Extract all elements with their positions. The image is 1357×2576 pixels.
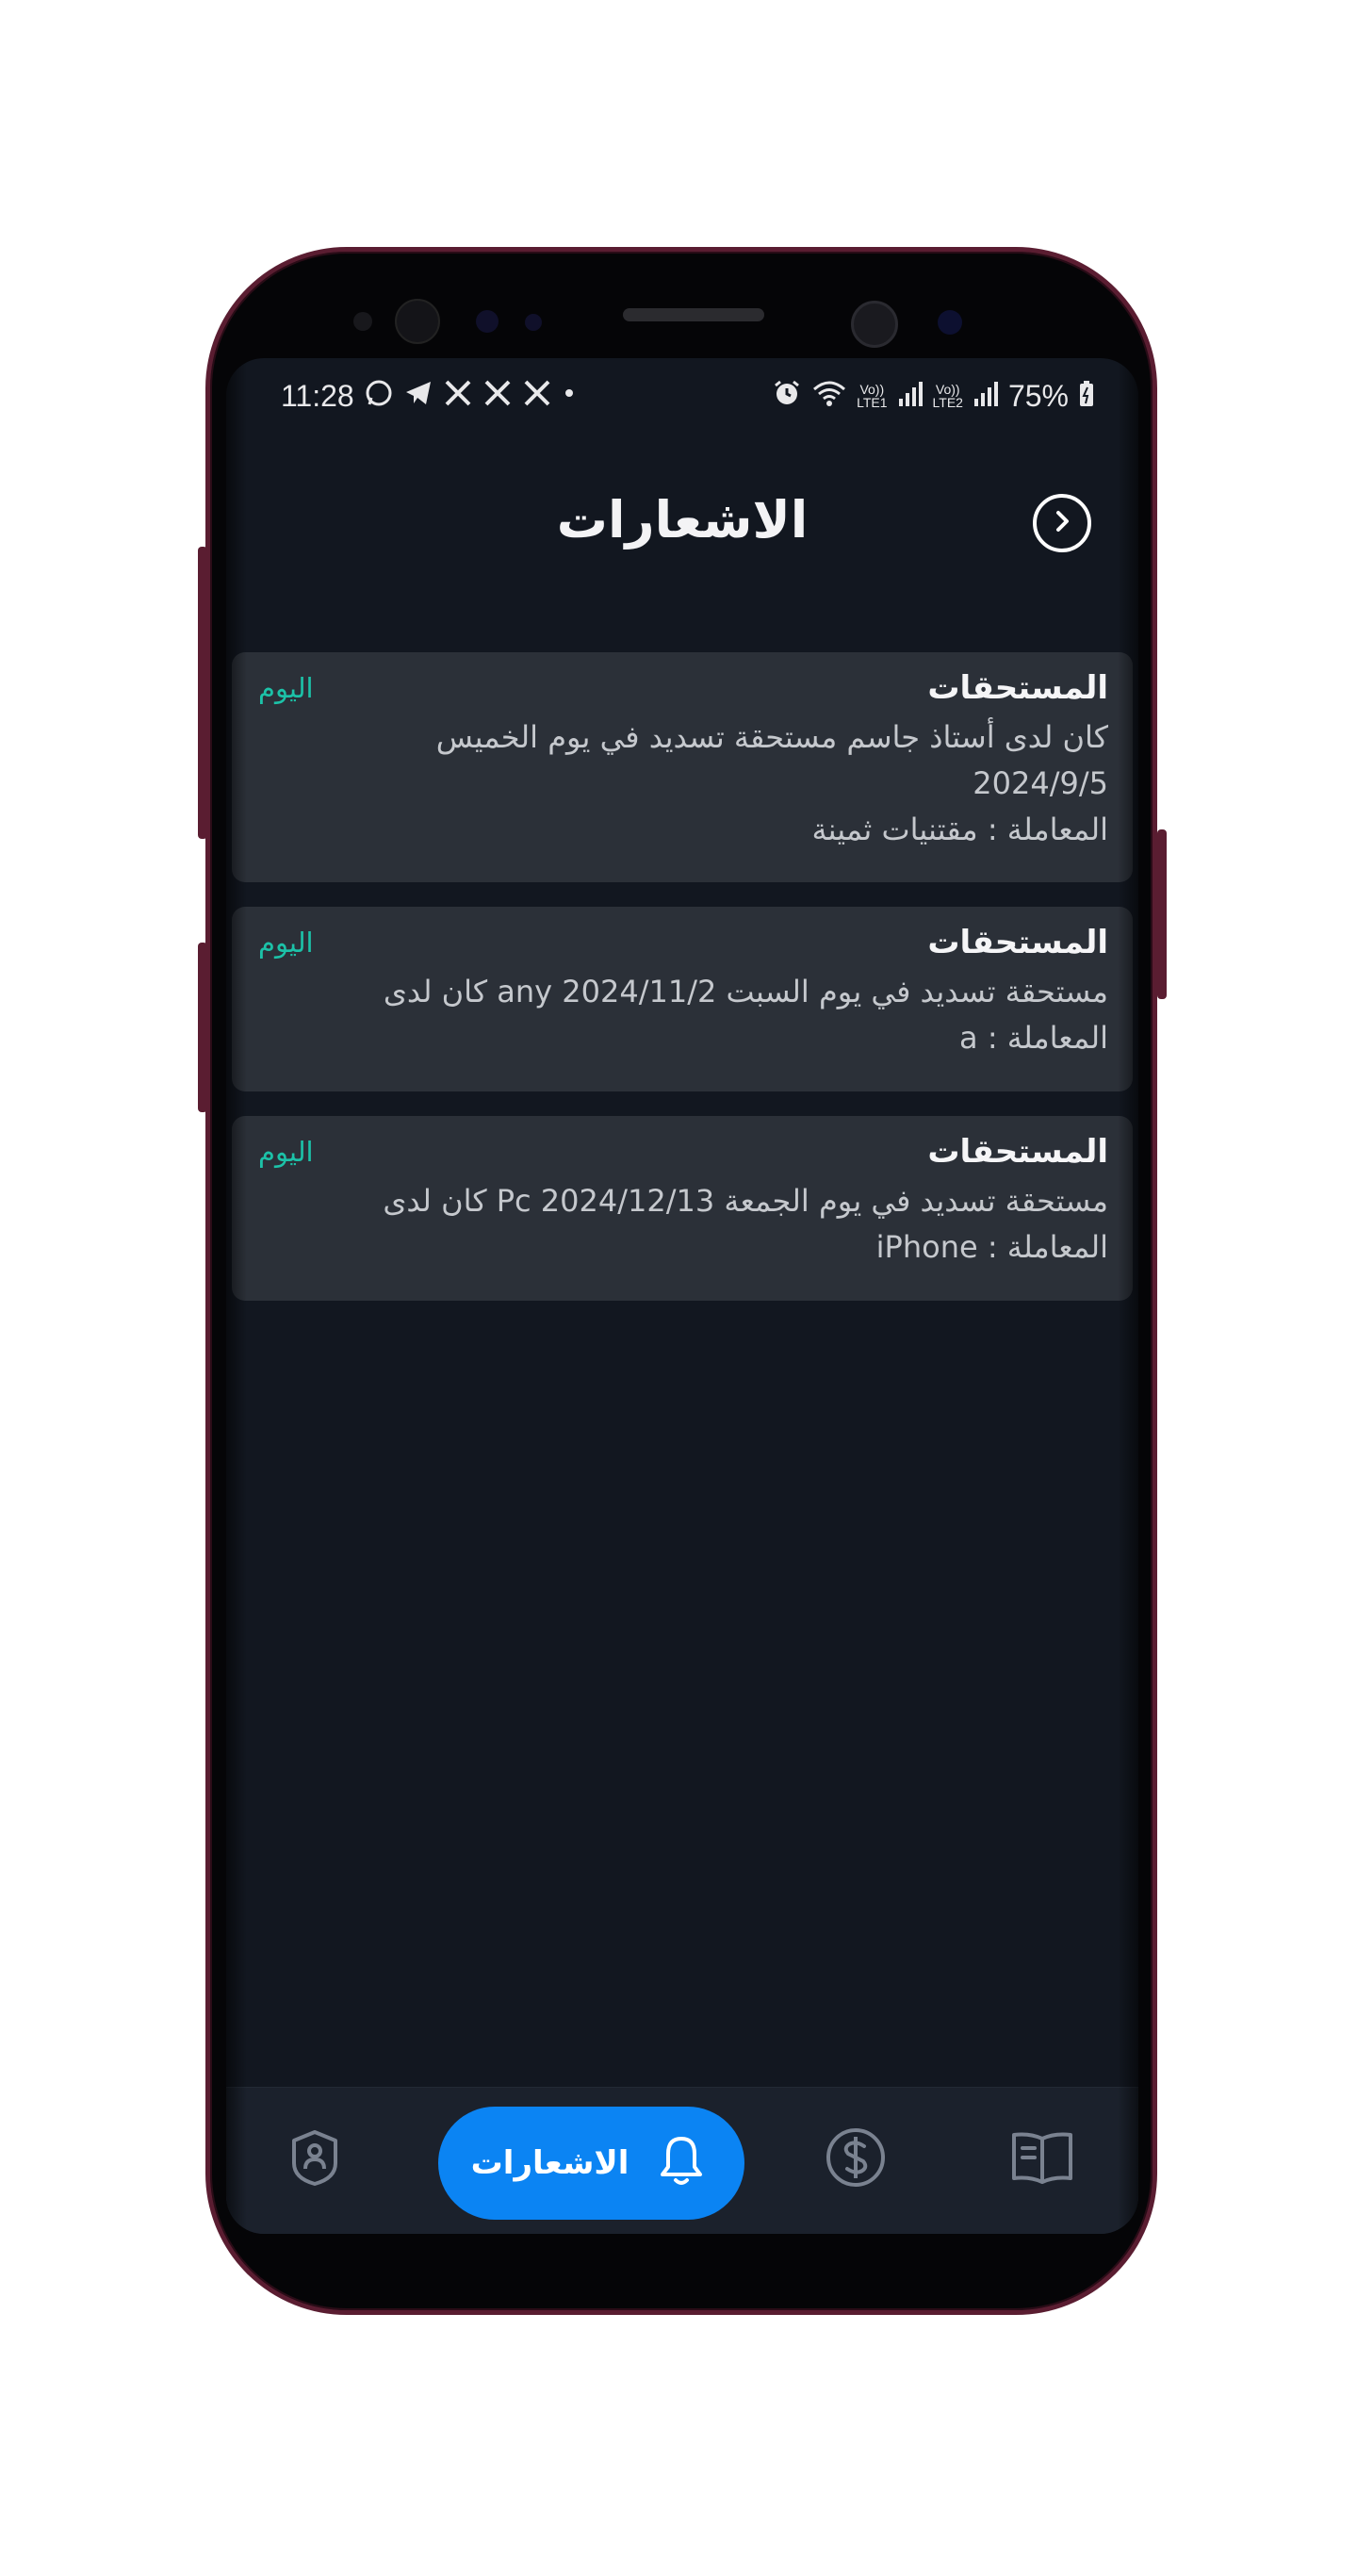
notification-line: المعاملة : مقتنيات ثمينة <box>811 812 1108 847</box>
notification-title: المستحقات <box>927 924 1108 961</box>
back-button[interactable] <box>1033 494 1091 552</box>
iris-sensor <box>476 310 499 333</box>
app-header: الاشعارات <box>226 471 1138 575</box>
sensor-dot <box>353 312 372 331</box>
notification-body: مستحقة تسديد في يوم الجمعة 2024/12/13 Pc… <box>258 1178 1108 1271</box>
notification-title: المستحقات <box>927 1133 1108 1171</box>
notification-date: اليوم <box>258 927 314 959</box>
volte1-label: Vo)) LTE1 <box>857 382 888 410</box>
nav-active-label: الاشعارات <box>470 2144 629 2182</box>
battery-percent: 75% <box>1007 378 1069 413</box>
notification-date: اليوم <box>258 1136 314 1168</box>
dollar-icon <box>824 2125 888 2193</box>
earpiece-speaker <box>623 308 764 321</box>
notification-line: 2024/9/5 <box>973 765 1108 801</box>
nav-notifications-active[interactable]: الاشعارات <box>438 2107 744 2220</box>
nav-profile[interactable] <box>281 2125 349 2193</box>
battery-icon <box>1078 378 1095 414</box>
signal-icon <box>897 378 924 414</box>
bell-icon <box>651 2131 711 2195</box>
notification-card[interactable]: المستحقات اليوم مستحقة تسديد في يوم الجم… <box>232 1116 1133 1301</box>
nav-payments[interactable] <box>822 2125 890 2193</box>
alarm-icon <box>772 378 802 414</box>
signal-icon <box>973 378 999 414</box>
notification-card[interactable]: المستحقات اليوم كان لدى أستاذ جاسم مستحق… <box>232 652 1133 882</box>
status-bar-left: 11:28 <box>281 378 577 414</box>
front-camera <box>851 301 898 348</box>
nav-records[interactable] <box>1008 2125 1076 2193</box>
notification-title: المستحقات <box>927 669 1108 707</box>
chevron-right-icon <box>1048 507 1076 539</box>
profile-shield-icon <box>285 2127 345 2191</box>
notification-line: المعاملة : a <box>959 1020 1108 1056</box>
x-icon <box>443 378 473 414</box>
wifi-icon <box>811 378 847 414</box>
notification-line: مستحقة تسديد في يوم الجمعة 2024/12/13 Pc… <box>383 1183 1108 1219</box>
notification-line: مستحقة تسديد في يوم السبت 2024/11/2 any … <box>383 974 1108 1009</box>
side-button-bixby <box>198 547 207 839</box>
x-icon <box>482 378 513 414</box>
x-icon <box>522 378 552 414</box>
telegram-icon <box>403 378 433 414</box>
iris-sensor-small <box>525 314 542 331</box>
side-button-volume <box>198 943 207 1112</box>
iris-camera <box>938 310 962 335</box>
status-bar-right: Vo)) LTE1 Vo)) LTE2 75% <box>772 378 1095 414</box>
notification-line: كان لدى أستاذ جاسم مستحقة تسديد في يوم ا… <box>435 719 1108 755</box>
page-title: الاشعارات <box>556 490 809 550</box>
phone-top-bezel <box>210 252 1153 365</box>
app-screen: 11:28 Vo)) LTE1 Vo)) LTE2 75% الاشعارات … <box>226 358 1138 2234</box>
notification-card[interactable]: المستحقات اليوم مستحقة تسديد في يوم السب… <box>232 907 1133 1091</box>
proximity-sensor <box>395 299 440 344</box>
status-bar: 11:28 Vo)) LTE1 Vo)) LTE2 75% <box>281 369 1095 422</box>
volte2-label: Vo)) LTE2 <box>932 382 963 410</box>
side-button-power <box>1157 829 1167 999</box>
notification-line: المعاملة : iPhone <box>875 1229 1108 1265</box>
notification-body: كان لدى أستاذ جاسم مستحقة تسديد في يوم ا… <box>258 714 1108 853</box>
book-icon <box>1009 2127 1075 2191</box>
notification-body: مستحقة تسديد في يوم السبت 2024/11/2 any … <box>258 969 1108 1061</box>
notification-date: اليوم <box>258 672 314 704</box>
dot-icon <box>562 378 577 414</box>
status-time: 11:28 <box>281 378 354 413</box>
whatsapp-icon <box>364 378 394 414</box>
bottom-navigation: الاشعارات <box>226 2087 1138 2234</box>
